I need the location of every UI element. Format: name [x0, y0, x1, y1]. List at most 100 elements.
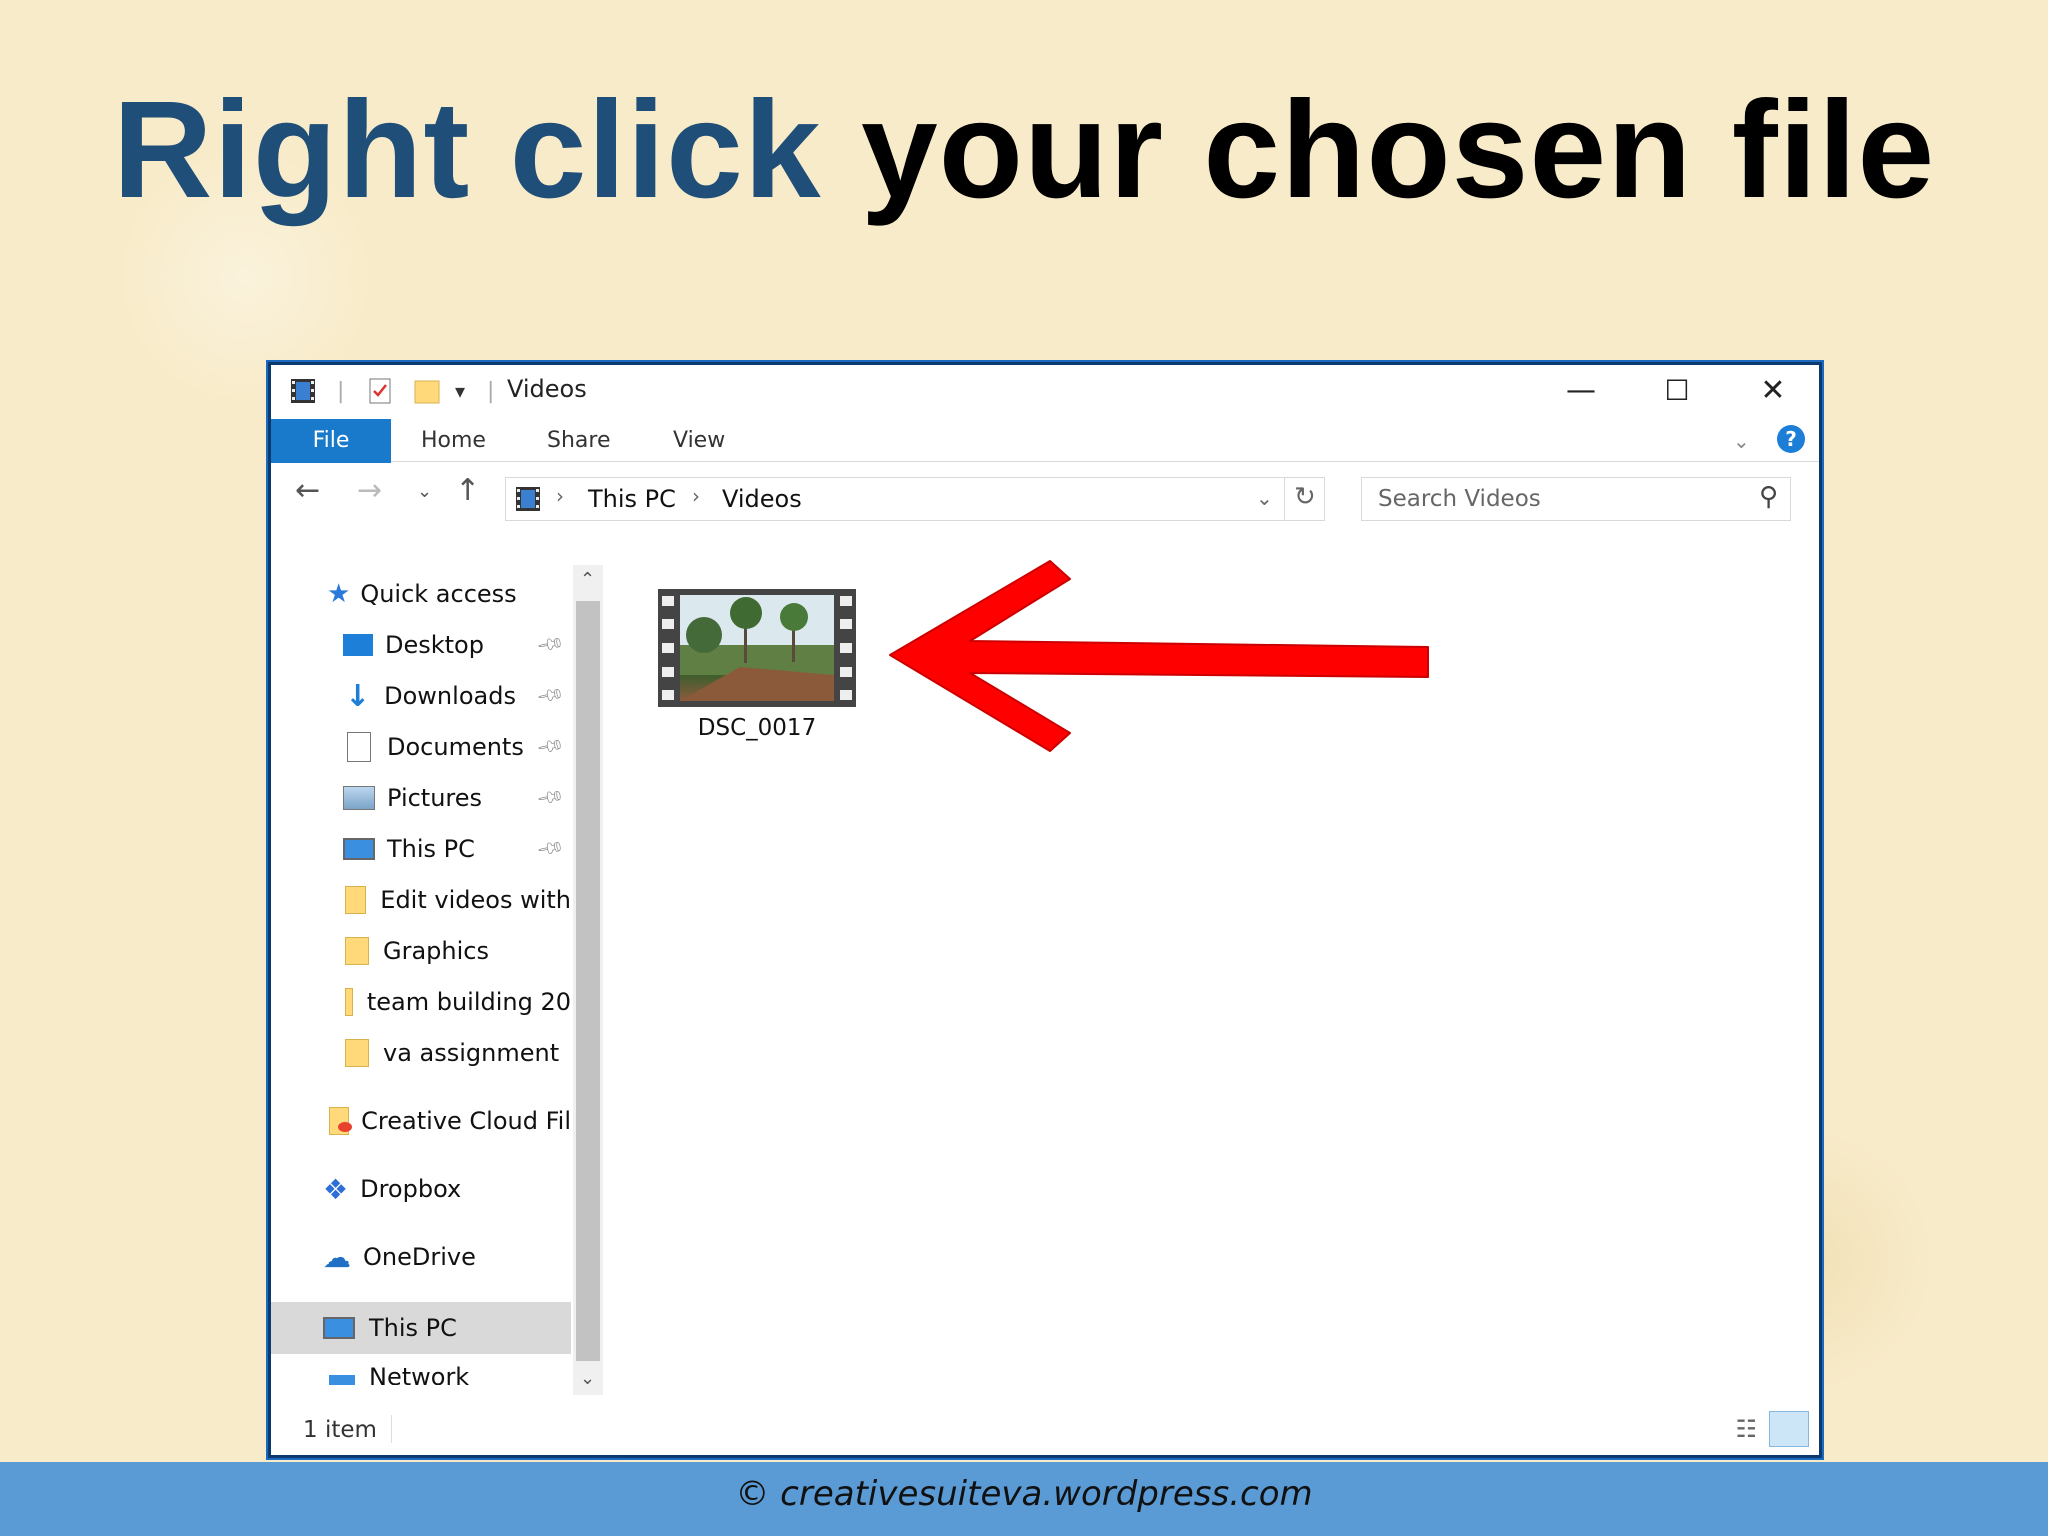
nav-folder-va-assignment[interactable]: va assignment	[271, 1030, 571, 1076]
nav-label: This PC	[387, 835, 475, 863]
folder-icon	[345, 988, 353, 1016]
up-arrow-icon[interactable]: ↑	[455, 473, 480, 508]
nav-pictures[interactable]: Pictures 📌︎	[271, 775, 571, 821]
chevron-right-icon: ›	[556, 484, 564, 508]
video-folder-icon	[514, 484, 542, 520]
close-button[interactable]: ✕	[1725, 365, 1819, 415]
file-name: DSC_0017	[697, 715, 817, 741]
nav-network[interactable]: Network	[271, 1363, 571, 1385]
nav-label: Documents	[387, 733, 524, 761]
maximize-icon: ☐	[1664, 373, 1690, 407]
scroll-down-icon[interactable]: ⌄	[580, 1368, 595, 1389]
search-icon[interactable]: ⚲	[1759, 482, 1778, 512]
tab-file[interactable]: File	[271, 419, 391, 463]
item-count: 1 item	[303, 1417, 377, 1443]
video-thumbnail	[658, 589, 856, 707]
pin-icon[interactable]: 📌︎	[535, 833, 566, 863]
network-icon	[329, 1375, 355, 1385]
help-icon[interactable]: ?	[1777, 425, 1805, 453]
nav-label: va assignment	[383, 1039, 560, 1067]
recent-locations-icon[interactable]: ⌄	[417, 481, 432, 502]
film-strip-right	[836, 589, 856, 707]
navigation-bar: ← → ⌄ ↑ › This PC › Videos ⌄ ↻ Search Vi…	[271, 469, 1819, 521]
nav-label: Downloads	[384, 682, 516, 710]
folder-icon	[345, 937, 369, 965]
back-arrow-icon[interactable]: ←	[295, 473, 320, 508]
nav-documents[interactable]: Documents 📌︎	[271, 724, 571, 770]
nav-label: team building 20	[366, 988, 571, 1016]
refresh-icon[interactable]: ↻	[1294, 482, 1316, 512]
nav-label: Desktop	[385, 631, 484, 659]
nav-desktop[interactable]: Desktop 📌︎	[271, 622, 571, 668]
expand-ribbon-icon[interactable]: ⌄	[1733, 421, 1750, 461]
ribbon-tabs: File Home Share View ⌄ ?	[271, 415, 1819, 463]
star-icon: ★	[327, 579, 351, 609]
nav-creative-cloud[interactable]: Creative Cloud Fil	[271, 1098, 571, 1144]
desktop-icon	[343, 634, 373, 656]
tab-share[interactable]: Share	[547, 421, 611, 461]
toolbar-divider: |	[487, 378, 495, 404]
footer-copyright: © creativesuiteva.wordpress.com	[735, 1474, 1313, 1514]
divider	[1284, 478, 1285, 520]
nav-folder-edit-videos[interactable]: Edit videos with	[271, 877, 571, 923]
details-view-icon[interactable]: ☷	[1735, 1415, 1757, 1443]
nav-pane-scrollbar[interactable]: ⌃ ⌄	[573, 565, 603, 1395]
nav-this-pc-pinned[interactable]: This PC 📌︎	[271, 826, 571, 872]
divider	[391, 1415, 392, 1443]
new-folder-icon[interactable]	[413, 377, 441, 405]
computer-icon	[323, 1317, 355, 1339]
breadcrumb-videos[interactable]: Videos	[722, 485, 802, 513]
pin-icon[interactable]: 📌︎	[535, 782, 566, 812]
chevron-down-icon[interactable]: ⌄	[1256, 486, 1273, 510]
tab-home[interactable]: Home	[421, 421, 486, 461]
status-bar: 1 item ☷	[271, 1407, 1819, 1455]
file-item-dsc-0017[interactable]: DSC_0017	[655, 589, 859, 741]
nav-label: This PC	[369, 1314, 457, 1342]
title-accent: Right click	[112, 73, 822, 227]
forward-arrow-icon[interactable]: →	[357, 473, 382, 508]
maximize-button[interactable]: ☐	[1629, 365, 1725, 415]
chevron-right-icon: ›	[692, 484, 700, 508]
toolbar-divider: |	[337, 378, 345, 404]
address-bar[interactable]: › This PC › Videos ⌄ ↻	[505, 477, 1325, 521]
tab-view[interactable]: View	[673, 421, 725, 461]
nav-quick-access[interactable]: ★ Quick access	[271, 571, 571, 617]
dropbox-icon: ❖	[323, 1172, 349, 1206]
film-strip-left	[658, 589, 678, 707]
properties-icon[interactable]	[367, 377, 393, 405]
navigation-pane: ★ Quick access Desktop 📌︎ ↓ Downloads 📌︎…	[271, 565, 571, 1385]
pin-icon[interactable]: 📌︎	[535, 731, 566, 761]
nav-onedrive[interactable]: ☁ OneDrive	[271, 1234, 571, 1280]
pin-icon[interactable]: 📌︎	[535, 680, 566, 710]
red-arrow-icon	[889, 560, 1429, 752]
large-icons-view-icon[interactable]	[1769, 1411, 1809, 1447]
nav-label: Edit videos with	[380, 886, 571, 914]
nav-dropbox[interactable]: ❖ Dropbox	[271, 1166, 571, 1212]
video-preview-image	[680, 595, 834, 701]
folder-icon	[345, 1039, 369, 1067]
slide-title: Right click your chosen file	[0, 70, 2048, 230]
close-icon: ✕	[1760, 372, 1786, 408]
computer-icon	[343, 838, 375, 860]
search-input[interactable]: Search Videos ⚲	[1361, 477, 1791, 521]
customize-toolbar-icon[interactable]: ▾	[455, 377, 465, 405]
breadcrumb-this-pc[interactable]: This PC	[588, 485, 676, 513]
nav-label: Pictures	[387, 784, 483, 812]
nav-downloads[interactable]: ↓ Downloads 📌︎	[271, 673, 571, 719]
pictures-icon	[343, 786, 375, 810]
pin-icon[interactable]: 📌︎	[535, 629, 566, 659]
nav-folder-graphics[interactable]: Graphics	[271, 928, 571, 974]
minimize-icon: —	[1566, 372, 1596, 408]
scrollbar-thumb[interactable]	[576, 601, 600, 1361]
search-placeholder: Search Videos	[1378, 486, 1541, 512]
nav-folder-team-building[interactable]: team building 20	[271, 979, 571, 1025]
video-folder-icon	[289, 377, 317, 405]
creative-cloud-folder-icon	[329, 1107, 352, 1135]
minimize-button[interactable]: —	[1533, 365, 1629, 415]
folder-icon	[345, 886, 367, 914]
scroll-up-icon[interactable]: ⌃	[580, 569, 595, 590]
window-title: Videos	[507, 375, 587, 403]
nav-label: Graphics	[383, 937, 489, 965]
file-explorer-window: | ▾ | Videos — ☐ ✕ File Home Share View …	[266, 360, 1824, 1460]
nav-this-pc[interactable]: This PC	[271, 1302, 571, 1354]
